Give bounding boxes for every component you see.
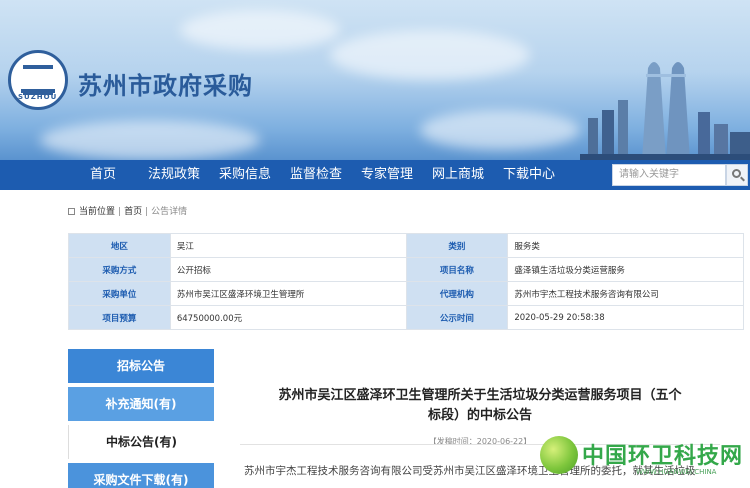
search-input[interactable]: 请输入关键字 <box>612 164 726 186</box>
notice-sidebar: 招标公告 补充通知(有) 中标公告(有) 采购文件下载(有) <box>68 345 214 488</box>
table-row: 采购方式 公开招标 项目名称 盛泽镇生活垃圾分类运营服务 <box>68 257 744 282</box>
sidebar-item-supplementary-notice[interactable]: 补充通知(有) <box>68 387 214 421</box>
table-row: 采购单位 苏州市吴江区盛泽环境卫生管理所 代理机构 苏州市宇杰工程技术服务咨询有… <box>68 281 744 306</box>
breadcrumb-label: 当前位置 <box>79 207 116 217</box>
leaf-logo-icon <box>540 436 578 474</box>
sidebar-item-tender-notice[interactable]: 招标公告 <box>68 349 214 383</box>
article-title-line2: 标段）的中标公告 <box>427 408 532 423</box>
table-row: 地区 吴江 类别 服务类 <box>68 233 744 258</box>
info-value: 苏州市宇杰工程技术服务咨询有限公司 <box>507 281 744 306</box>
info-key: 采购单位 <box>68 281 171 306</box>
seal-text: SUZHOU <box>18 93 58 101</box>
header-banner: SUZHOU 苏州市政府采购 <box>0 0 750 160</box>
nav-online-mall[interactable]: 网上商城 <box>432 160 484 190</box>
search-icon-handle <box>740 176 745 182</box>
project-info-table: 地区 吴江 类别 服务类 采购方式 公开招标 项目名称 盛泽镇生活垃圾分类运营服… <box>68 233 744 330</box>
watermark-text: 中国环卫科技网 <box>582 444 744 469</box>
breadcrumb-current: 公告详情 <box>151 207 188 217</box>
table-row: 项目预算 64750000.00元 公示时间 2020-05-29 20:58:… <box>68 305 744 330</box>
nav-experts[interactable]: 专家管理 <box>361 160 413 190</box>
info-value: 服务类 <box>507 233 744 258</box>
nav-downloads[interactable]: 下载中心 <box>503 160 555 190</box>
watermark-subtext: WWW.HUANWEI.CHINA <box>636 468 717 476</box>
nav-regulations[interactable]: 法规政策 <box>148 160 200 190</box>
info-value: 64750000.00元 <box>169 305 407 330</box>
city-skyline-image <box>580 62 750 160</box>
breadcrumb-home[interactable]: 首页 <box>124 207 142 217</box>
info-key: 地区 <box>68 233 171 258</box>
info-key: 项目预算 <box>68 305 171 330</box>
article-title: 苏州市吴江区盛泽环卫生管理所关于生活垃圾分类运营服务项目（五个 标段）的中标公告 <box>240 386 720 426</box>
nav-procurement-info[interactable]: 采购信息 <box>219 160 271 190</box>
article-title-line1: 苏州市吴江区盛泽环卫生管理所关于生活垃圾分类运营服务项目（五个 <box>278 388 682 403</box>
suzhou-seal-icon[interactable] <box>8 50 68 110</box>
nav-home[interactable]: 首页 <box>90 160 116 190</box>
search-button[interactable] <box>726 164 748 186</box>
info-key: 类别 <box>405 233 509 258</box>
info-key: 项目名称 <box>405 257 509 282</box>
sidebar-item-award-notice[interactable]: 中标公告(有) <box>68 425 214 459</box>
info-key: 采购方式 <box>68 257 171 282</box>
info-value: 2020-05-29 20:58:38 <box>507 305 744 330</box>
page: SUZHOU 苏州市政府采购 首页 法规政策 采购信息 监督检查 专家管理 网上… <box>0 0 750 488</box>
watermark-logo: 中国环卫科技网 WWW.HUANWEI.CHINA <box>540 436 750 488</box>
info-value: 公开招标 <box>169 257 407 282</box>
breadcrumb: 当前位置 | 首页 | 公告详情 <box>68 204 187 220</box>
info-value: 吴江 <box>169 233 407 258</box>
site-title[interactable]: 苏州市政府采购 <box>78 66 253 101</box>
info-value: 盛泽镇生活垃圾分类运营服务 <box>507 257 744 282</box>
info-value: 苏州市吴江区盛泽环境卫生管理所 <box>169 281 407 306</box>
info-key: 公示时间 <box>405 305 509 330</box>
info-key: 代理机构 <box>405 281 509 306</box>
nav-supervision[interactable]: 监督检查 <box>290 160 342 190</box>
sidebar-item-document-download[interactable]: 采购文件下载(有) <box>68 463 214 488</box>
home-icon <box>68 208 75 215</box>
